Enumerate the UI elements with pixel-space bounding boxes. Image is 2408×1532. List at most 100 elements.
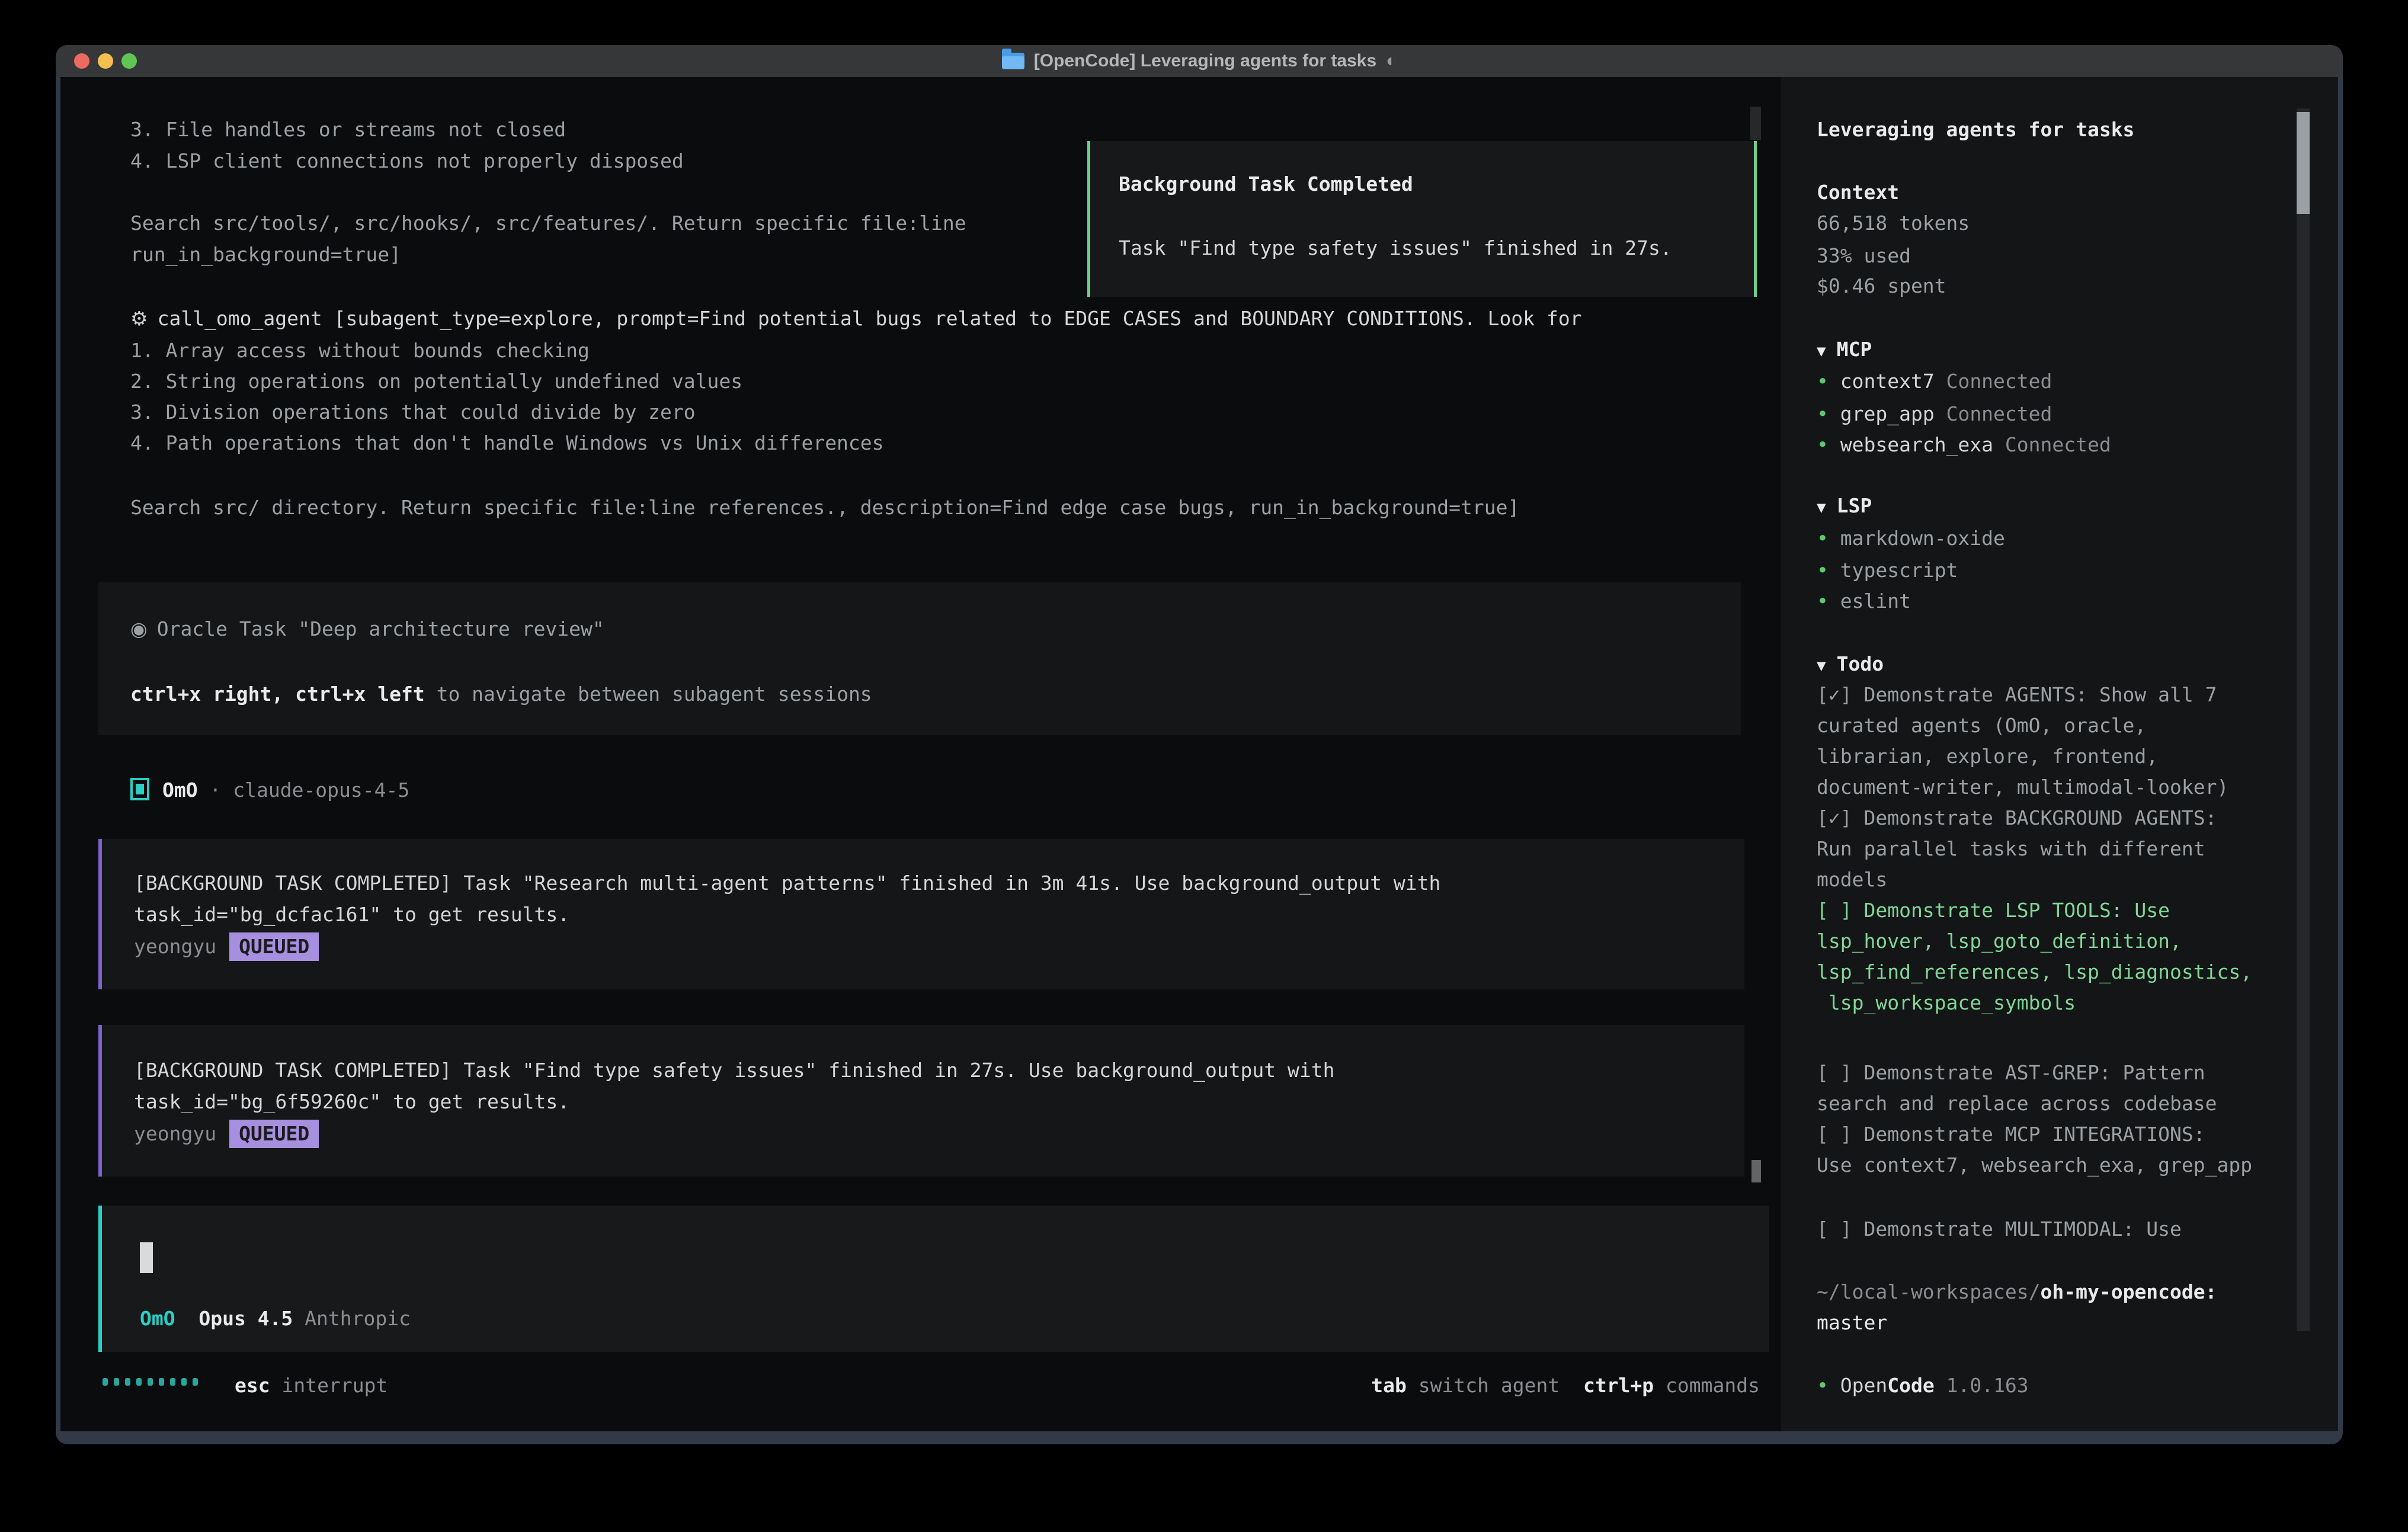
todo-line-active: [ ] Demonstrate LSP TOOLS: Use	[1817, 897, 2170, 924]
tool-call-text: call_omo_agent [subagent_type=explore, p…	[158, 307, 1582, 330]
input-model-row: OmO Opus 4.5 Anthropic	[140, 1305, 411, 1332]
status-dot-icon: •	[1817, 559, 1829, 582]
session-sidebar: Leveraging agents for tasks Context 66,5…	[1781, 77, 2338, 1431]
context-heading: Context	[1817, 179, 1899, 206]
scrollback-line: 3. File handles or streams not closed	[130, 116, 566, 143]
tab-key-label: switch agent	[1418, 1374, 1560, 1397]
context-tokens: 66,518 tokens	[1817, 210, 1970, 237]
scrollback-line: run_in_background=true]	[130, 241, 401, 268]
todo-line: Run parallel tasks with different	[1817, 835, 2205, 863]
lsp-item: • typescript	[1817, 557, 1958, 584]
message-line: [BACKGROUND TASK COMPLETED] Task "Resear…	[134, 870, 1440, 897]
window-title: [OpenCode] Leveraging agents for tasks ◐	[1002, 51, 1397, 71]
moon-badge-icon: ◐	[1386, 51, 1397, 71]
todo-line-active: lsp_workspace_symbols	[1817, 989, 2076, 1017]
context-spent: $0.46 spent	[1817, 273, 1946, 300]
todo-line: librarian, explore, frontend,	[1817, 743, 2158, 770]
text-cursor	[140, 1242, 153, 1273]
input-model: Opus 4.5	[198, 1307, 293, 1330]
statusbar-right: tab switch agent ctrl+p commands	[1371, 1372, 1760, 1399]
todo-line: search and replace across codebase	[1817, 1090, 2217, 1117]
lsp-section-header[interactable]: ▼LSP	[1817, 492, 1872, 521]
todo-section-header[interactable]: ▼Todo	[1817, 650, 1884, 680]
workspace-path: ~/local-workspaces/oh-my-opencode:	[1817, 1278, 2217, 1306]
mcp-section-header[interactable]: ▼MCP	[1817, 336, 1872, 365]
status-dot-icon: •	[1817, 370, 1829, 393]
lsp-item: • eslint	[1817, 588, 1911, 615]
agent-model: claude-opus-4-5	[233, 778, 409, 802]
oracle-task-card: ◉Oracle Task "Deep architecture review" …	[98, 582, 1741, 735]
chevron-down-icon: ▼	[1817, 499, 1826, 517]
minimize-window-button[interactable]	[98, 53, 113, 69]
toast-title: Background Task Completed	[1119, 171, 1413, 198]
queued-badge: QUEUED	[229, 932, 319, 961]
status-dot-icon: •	[1817, 433, 1829, 456]
status-dot-icon: •	[1817, 402, 1829, 425]
gear-icon: ⚙	[130, 307, 148, 330]
terminal-content: 3. File handles or streams not closed 4.…	[60, 77, 2338, 1431]
tool-call-line: ⚙ call_omo_agent [subagent_type=explore, …	[130, 305, 1582, 332]
mcp-item: • websearch_exa Connected	[1817, 431, 2111, 459]
message-meta: yeongyu QUEUED	[134, 1120, 319, 1148]
sidebar-scrollbar-thumb[interactable]	[2297, 112, 2310, 214]
chevron-down-icon: ▼	[1817, 342, 1826, 360]
message-card: [BACKGROUND TASK COMPLETED] Task "Find t…	[98, 1025, 1744, 1177]
tool-call-item: 4. Path operations that don't handle Win…	[130, 430, 884, 457]
agent-checkbox-icon	[130, 778, 149, 800]
tool-call-tail: Search src/ directory. Return specific f…	[130, 494, 1519, 521]
zoom-window-button[interactable]	[121, 53, 137, 69]
ctrlp-key-label: commands	[1666, 1374, 1760, 1397]
subagent-nav-hint: ctrl+x right, ctrl+x left to navigate be…	[130, 681, 872, 708]
hint-rest: to navigate between subagent sessions	[425, 682, 872, 706]
folder-icon	[1002, 53, 1024, 69]
scrollback-line: 4. LSP client connections not properly d…	[130, 148, 684, 175]
mcp-item: • context7 Connected	[1817, 368, 2052, 395]
esc-key-hint: esc	[235, 1374, 270, 1397]
agent-separator	[198, 778, 210, 802]
todo-line: document-writer, multimodal-looker)	[1817, 774, 2228, 801]
todo-line: [ ] Demonstrate AST-GREP: Pattern	[1817, 1059, 2205, 1086]
todo-line: [✓] Demonstrate AGENTS: Show all 7	[1817, 681, 2217, 709]
message-author: yeongyu	[134, 935, 216, 958]
tool-call-item: 1. Array access without bounds checking	[130, 337, 590, 364]
input-agent: OmO	[140, 1307, 175, 1330]
esc-key-label: interrupt	[281, 1374, 388, 1397]
agent-name: OmO	[162, 778, 198, 802]
main-scrollbar-thumb[interactable]	[1751, 1160, 1761, 1182]
context-used: 33% used	[1817, 242, 1911, 270]
prompt-input[interactable]: OmO Opus 4.5 Anthropic	[98, 1206, 1769, 1352]
todo-line: Use context7, websearch_exa, grep_app	[1817, 1152, 2252, 1179]
background-task-toast: Background Task Completed Task "Find typ…	[1087, 141, 1757, 297]
status-dot-icon: •	[1817, 1374, 1829, 1397]
message-line: task_id="bg_6f59260c" to get results.	[134, 1088, 569, 1116]
ctrlp-key-hint: ctrl+p	[1583, 1374, 1654, 1397]
message-line: [BACKGROUND TASK COMPLETED] Task "Find t…	[134, 1057, 1335, 1084]
main-scrollbar-thumb-top[interactable]	[1750, 107, 1761, 140]
agent-header: OmO · claude-opus-4-5	[130, 777, 409, 804]
hint-keys: ctrl+x right, ctrl+x left	[130, 682, 425, 706]
todo-line: models	[1817, 866, 1887, 893]
message-line: task_id="bg_dcfac161" to get results.	[134, 901, 569, 928]
close-window-button[interactable]	[74, 53, 89, 69]
todo-line: [ ] Demonstrate MCP INTEGRATIONS:	[1817, 1121, 2205, 1148]
todo-line-active: lsp_hover, lsp_goto_definition,	[1817, 928, 2182, 955]
workspace-branch: master	[1817, 1309, 1887, 1337]
tab-key-hint: tab	[1371, 1374, 1407, 1397]
fisheye-icon: ◉	[130, 617, 148, 640]
app-version-row: • OpenCode 1.0.163	[1817, 1372, 2029, 1399]
lsp-item: • markdown-oxide	[1817, 525, 2005, 552]
todo-line-active: lsp_find_references, lsp_diagnostics,	[1817, 959, 2252, 986]
message-meta: yeongyu QUEUED	[134, 932, 319, 961]
status-dot-icon: •	[1817, 527, 1829, 550]
title-bar: [OpenCode] Leveraging agents for tasks ◐	[56, 45, 2343, 77]
terminal-window: [OpenCode] Leveraging agents for tasks ◐…	[56, 45, 2343, 1444]
toast-body: Task "Find type safety issues" finished …	[1119, 235, 1672, 262]
statusbar-left: esc interrupt	[235, 1372, 388, 1399]
message-card: [BACKGROUND TASK COMPLETED] Task "Resear…	[98, 839, 1744, 989]
status-dot-icon: •	[1817, 589, 1829, 613]
sidebar-scrollbar-track[interactable]	[2297, 108, 2310, 1331]
message-author: yeongyu	[134, 1122, 216, 1145]
input-provider: Anthropic	[305, 1307, 411, 1330]
spinner-dots	[103, 1378, 204, 1389]
queued-badge: QUEUED	[229, 1120, 319, 1148]
